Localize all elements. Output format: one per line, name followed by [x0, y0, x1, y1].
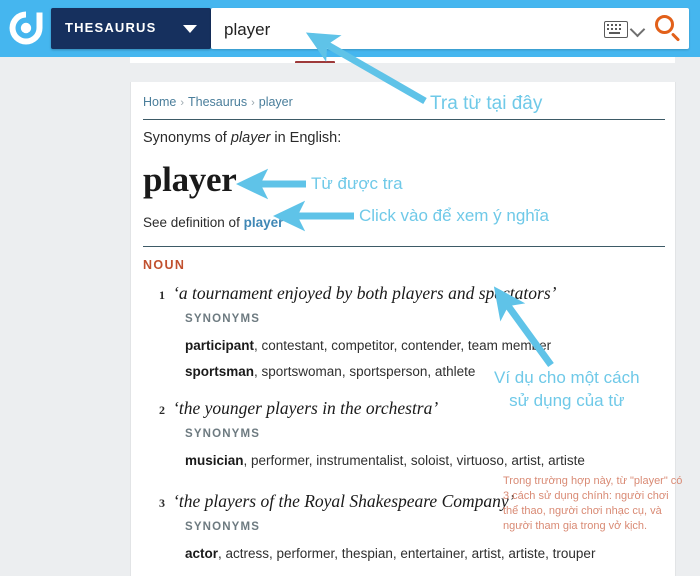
synonym-headword[interactable]: sportsman [185, 364, 254, 379]
synonyms-of-line: Synonyms of player in English: [143, 130, 341, 146]
synonym-line: actor, actress, performer, thespian, ent… [185, 546, 595, 561]
entry-card: Home › Thesaurus › player Synonyms of player… [130, 82, 676, 576]
synonym-rest: , sportswoman, sportsperson, athlete [254, 364, 476, 379]
see-definition-prefix: See definition of [143, 215, 244, 230]
sense-number: 3 [159, 496, 165, 510]
synonym-headword[interactable]: musician [185, 453, 244, 468]
synonym-line: musician, performer, instrumentalist, so… [185, 453, 585, 468]
sense-quote: ‘the younger players in the orchestra’ [173, 398, 439, 418]
breadcrumb: Home › Thesaurus › player [143, 95, 293, 109]
dictionary-selector[interactable]: THESAURUS [51, 8, 211, 49]
breadcrumb-divider [143, 119, 665, 120]
synonyms-prefix: Synonyms of [143, 130, 231, 146]
dictionary-circle-logo-icon[interactable] [7, 9, 45, 47]
search-icon[interactable] [655, 15, 683, 43]
synonym-rest: , actress, performer, thespian, entertai… [218, 546, 596, 561]
gray-separator [0, 63, 700, 82]
search-bar [211, 8, 689, 51]
pos-divider [143, 246, 665, 247]
sense-quote: ‘the players of the Royal Shakespeare Co… [173, 491, 515, 511]
sense-quote: ‘a tournament enjoyed by both players an… [173, 283, 557, 303]
synonyms-label: SYNONYMS [185, 428, 261, 440]
sense-number: 1 [159, 288, 165, 302]
search-icon-handle [670, 32, 681, 42]
see-definition-line: See definition of player [143, 215, 283, 230]
synonyms-word: player [230, 130, 271, 146]
synonyms-label: SYNONYMS [185, 521, 261, 533]
breadcrumb-home[interactable]: Home [143, 95, 176, 109]
breadcrumb-separator-1: › [180, 97, 185, 109]
search-icon-ring [655, 15, 674, 34]
synonym-rest: , contestant, competitor, contender, tea… [254, 338, 552, 353]
page-title: player [143, 160, 237, 199]
see-definition-link[interactable]: player [244, 215, 284, 230]
keyboard-icon[interactable] [604, 21, 628, 38]
breadcrumb-current: player [258, 95, 293, 109]
breadcrumb-separator-2: › [251, 97, 255, 109]
site-header: THESAURUS [0, 0, 700, 57]
synonym-headword[interactable]: participant [185, 338, 254, 353]
synonyms-label: SYNONYMS [185, 313, 261, 325]
synonym-line: participant, contestant, competitor, con… [185, 338, 551, 353]
caret-down-icon [183, 25, 197, 33]
sense-number: 2 [159, 403, 165, 417]
breadcrumb-thesaurus[interactable]: Thesaurus [188, 95, 247, 109]
synonyms-suffix: in English: [270, 130, 342, 146]
search-input[interactable] [222, 8, 586, 51]
chevron-down-icon[interactable] [629, 21, 646, 38]
page-background: Home › Thesaurus › player Synonyms of player… [0, 57, 700, 576]
left-gutter [0, 57, 130, 576]
part-of-speech-label: NOUN [143, 258, 186, 272]
synonym-rest: , performer, instrumentalist, soloist, v… [243, 453, 585, 468]
right-gutter [676, 57, 700, 576]
synonym-headword[interactable]: actor [185, 546, 218, 561]
dictionary-selector-label: THESAURUS [65, 20, 157, 35]
synonym-line: sportsman, sportswoman, sportsperson, at… [185, 364, 475, 379]
